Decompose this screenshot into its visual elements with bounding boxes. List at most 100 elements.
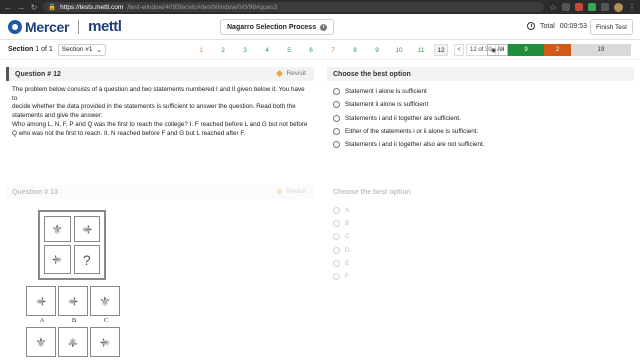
question-mark: ? (82, 251, 91, 268)
question-line: The problem below consists of a question… (12, 86, 305, 102)
figure-symbol-icon: ⚜ (51, 221, 64, 237)
option-label: C (345, 233, 350, 241)
answer-figures: ⚜ ⚜ ⚜ (26, 327, 120, 357)
option-item[interactable]: E (333, 257, 628, 270)
option-item[interactable]: Statements i and ii together are suffici… (333, 112, 628, 125)
option-item[interactable]: Either of the statements i or ii alone i… (333, 125, 628, 138)
question-line: Who among L, N, F, P and Q was the first… (12, 120, 308, 128)
filter-all-button[interactable]: ◉ All (487, 44, 508, 56)
prev-page-button[interactable]: < (454, 44, 464, 56)
test-title[interactable]: Nagarro Selection Process i (220, 19, 335, 35)
question-number[interactable]: 6 (300, 47, 322, 54)
question-line: Q who was not the first to reach. II. N … (12, 129, 246, 137)
radio-button[interactable] (333, 88, 340, 96)
option-item[interactable]: F (333, 270, 628, 283)
answer-figure: ⚜ (26, 327, 56, 357)
figure-symbol-icon: ⚜ (99, 293, 111, 309)
timer-value: 00:09:53 (559, 22, 588, 30)
url-path: /test-window/4095fecetc#/testWindow/0/0/… (127, 3, 278, 11)
revisit-button[interactable]: Revisit (276, 70, 306, 77)
option-item[interactable]: A (333, 204, 628, 217)
back-icon[interactable]: ← (4, 3, 12, 12)
profile-avatar[interactable] (614, 2, 623, 12)
section-label-text: Section (8, 46, 34, 53)
radio-button[interactable] (333, 233, 340, 241)
filter-all-label: All (497, 47, 504, 53)
star-icon[interactable]: ☆ (549, 3, 557, 12)
extension-icon[interactable] (562, 3, 570, 11)
figure-symbol-icon: ⚜ (35, 334, 47, 350)
figure-symbol-icon: ⚜ (49, 253, 65, 266)
question-number[interactable]: 2 (212, 47, 234, 54)
puzzle-figure: ⚜ (73, 216, 100, 242)
question-number[interactable]: 5 (278, 47, 300, 54)
unanswered-count[interactable]: 19 (571, 44, 631, 56)
revisit-label: Revisit (286, 188, 306, 195)
finish-test-button[interactable]: Finish Test (590, 19, 633, 35)
question-navigator: 1 2 3 4 5 6 7 8 9 10 11 12 < 12 of 30 > (190, 44, 508, 56)
lock-icon: 🔒 (48, 4, 57, 11)
question-number[interactable]: 1 (190, 47, 212, 54)
forward-icon[interactable]: → (17, 3, 25, 12)
extension-icon[interactable] (588, 3, 596, 11)
option-label: Statements i and ii together are suffici… (345, 114, 461, 122)
radio-button[interactable] (333, 114, 340, 122)
question-number[interactable]: 4 (256, 47, 278, 54)
puzzle-figure: ⚜ (44, 245, 71, 274)
question-number[interactable]: 12 (434, 44, 448, 56)
extension-icon[interactable] (601, 3, 609, 11)
option-item[interactable]: C (333, 230, 628, 243)
question-number[interactable]: 3 (234, 47, 256, 54)
answer-figure: ⚜ (58, 327, 88, 357)
radio-button[interactable] (333, 259, 340, 267)
option-label: Statements i and ii together also are no… (345, 141, 485, 149)
answer-label: A (39, 317, 45, 324)
option-item[interactable]: B (333, 217, 628, 230)
question-number[interactable]: 7 (322, 47, 344, 54)
revisit-button[interactable]: Revisit (276, 188, 306, 195)
option-label: A (345, 207, 350, 215)
section-bar: Section 1 of 1 Section #1 ⌄ 1 2 3 4 5 6 7 8 9 10 1… (0, 40, 640, 60)
option-label: E (345, 259, 350, 267)
section-select[interactable]: Section #1 ⌄ (57, 43, 106, 56)
radio-button[interactable] (333, 207, 340, 215)
radio-button[interactable] (333, 273, 340, 281)
menu-icon[interactable]: ⋮ (628, 3, 636, 12)
question-number[interactable]: 11 (410, 47, 432, 54)
status-summary: ◉ All 9 2 19 (487, 44, 631, 56)
url-host: https://tests.mettl.com (60, 3, 124, 11)
mercer-logo-icon (8, 19, 22, 34)
brand-mettl: mettl (88, 18, 122, 35)
question-title: Question # 13 (12, 188, 58, 196)
test-title-label: Nagarro Selection Process (227, 23, 317, 31)
review-count[interactable]: 2 (544, 44, 571, 56)
radio-button[interactable] (333, 101, 340, 109)
answered-count[interactable]: 9 (508, 44, 544, 56)
answer-figure: ⚜ (90, 286, 120, 316)
answer-figure: ⚜ (26, 286, 56, 316)
question-line: statements and give the answer: (12, 112, 103, 120)
option-item[interactable]: Statements i and ii together also are no… (333, 138, 628, 151)
figure-symbol-icon: ⚜ (97, 336, 113, 348)
answer-figure: ⚜ (58, 286, 88, 316)
option-item[interactable]: D (333, 244, 628, 257)
question-number[interactable]: 8 (344, 47, 366, 54)
answer-figure: ⚜ (90, 327, 120, 357)
radio-button[interactable] (333, 246, 340, 254)
option-label: Statement i alone is sufficient (345, 88, 427, 96)
address-bar[interactable]: 🔒 https://tests.mettl.com/test-window/40… (43, 2, 544, 12)
question-line: decide whether the data provided in the … (12, 103, 296, 111)
option-item[interactable]: Statement ii alone is sufficient (333, 98, 628, 111)
pencil-icon (276, 70, 284, 77)
extension-icon[interactable] (575, 3, 583, 11)
question-number[interactable]: 9 (366, 47, 388, 54)
radio-button[interactable] (333, 220, 340, 228)
radio-button[interactable] (333, 128, 340, 136)
info-icon[interactable]: i (320, 23, 328, 31)
reload-icon[interactable]: ↻ (30, 3, 38, 12)
radio-button[interactable] (333, 141, 340, 149)
question-header: Question # 13 Revisit (6, 185, 314, 199)
question-number[interactable]: 10 (388, 47, 410, 54)
option-item[interactable]: Statement i alone is sufficient (333, 85, 628, 98)
puzzle-missing: ? (73, 245, 100, 274)
